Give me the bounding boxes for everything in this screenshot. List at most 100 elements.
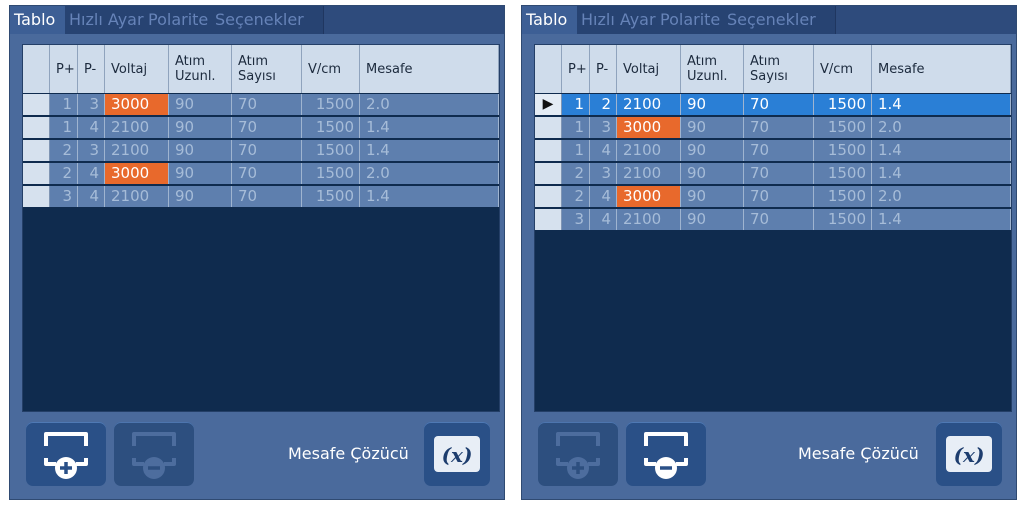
cell-pulse-length: 90 [681,94,744,115]
cell-pulse-length: 90 [681,117,744,138]
add-row-button[interactable] [538,422,618,486]
table-row[interactable]: 3 4 2100 90 70 1500 1.4 [23,186,499,209]
cell-voltage: 3000 [617,186,681,207]
header-distance: Mesafe [872,45,1011,93]
cell-voltage: 2100 [105,140,169,161]
add-row-icon [556,432,600,479]
cell-pulse-count: 70 [744,163,814,184]
row-select-cell [23,140,50,161]
table-row[interactable]: 1 4 2100 90 70 1500 1.4 [535,140,1011,163]
table-row[interactable]: 1 3 3000 90 70 1500 2.0 [535,117,1011,140]
cell-voltage: 2100 [105,117,169,138]
left-panel: Tablo Hızlı Ayar Polarite Seçenekler P+ … [9,5,505,500]
cell-pulse-length: 90 [169,117,232,138]
cell-pulse-count: 70 [232,163,302,184]
table-row[interactable]: 2 3 2100 90 70 1500 1.4 [23,140,499,163]
cell-pulse-length: 90 [169,163,232,184]
parameter-table: P+ P- Voltaj Atım Uzunl. Atım Sayısı V/c… [22,44,500,412]
cell-voltage: 3000 [105,94,169,115]
cell-p-plus: 1 [50,94,78,115]
cell-distance: 1.4 [872,94,1011,115]
cell-voltage: 2100 [617,163,681,184]
tab-hizli-ayar[interactable]: Hızlı Ayar [577,6,664,34]
cell-voltage: 3000 [105,163,169,184]
row-select-cell [23,186,50,207]
cell-pulse-count: 70 [744,209,814,230]
cell-p-minus: 3 [78,94,105,115]
cell-vcm: 1500 [302,94,360,115]
table-row[interactable]: 2 4 3000 90 70 1500 2.0 [23,163,499,186]
header-distance: Mesafe [360,45,499,93]
cell-distance: 1.4 [872,163,1011,184]
header-p-plus: P+ [50,45,78,93]
remove-row-button[interactable] [626,422,706,486]
row-select-cell [23,117,50,138]
tab-tablo[interactable]: Tablo [10,6,73,34]
row-select-cell [535,209,562,230]
header-pulse-length: Atım Uzunl. [681,45,744,93]
header-pulse-count: Atım Sayısı [232,45,302,93]
row-select-cell [23,163,50,184]
cell-pulse-count: 70 [232,117,302,138]
cell-distance: 2.0 [360,163,499,184]
tab-hizli-ayar[interactable]: Hızlı Ayar [65,6,152,34]
table-row[interactable]: 3 4 2100 90 70 1500 1.4 [535,209,1011,232]
header-pulse-length: Atım Uzunl. [169,45,232,93]
row-select-cell [535,186,562,207]
cell-vcm: 1500 [814,186,872,207]
cell-p-minus: 2 [590,94,617,115]
tab-polarite[interactable]: Polarite [656,6,731,34]
cell-vcm: 1500 [302,163,360,184]
cell-p-plus: 1 [562,94,590,115]
add-row-button[interactable] [26,422,106,486]
tab-polarite[interactable]: Polarite [144,6,219,34]
cell-p-plus: 3 [50,186,78,207]
table-row[interactable]: 1 3 3000 90 70 1500 2.0 [23,94,499,117]
cell-distance: 2.0 [872,186,1011,207]
distance-resolver-button[interactable]: (x) [936,422,1002,486]
row-select-cell [23,94,50,115]
header-p-minus: P- [590,45,617,93]
header-voltage: Voltaj [617,45,681,93]
cell-pulse-count: 70 [744,186,814,207]
cell-p-plus: 1 [562,140,590,161]
cell-p-minus: 4 [590,140,617,161]
cell-vcm: 1500 [814,94,872,115]
cell-voltage: 2100 [617,140,681,161]
cell-distance: 1.4 [360,117,499,138]
cell-pulse-count: 70 [744,94,814,115]
row-select-cell [535,163,562,184]
tab-secenekler[interactable]: Seçenekler [723,6,836,34]
cell-p-minus: 3 [590,163,617,184]
table-row[interactable]: 2 3 2100 90 70 1500 1.4 [535,163,1011,186]
cell-voltage: 3000 [617,117,681,138]
table-row[interactable]: 2 4 3000 90 70 1500 2.0 [535,186,1011,209]
cell-pulse-length: 90 [169,140,232,161]
tab-tablo[interactable]: Tablo [522,6,585,34]
row-select-cell [535,140,562,161]
cell-pulse-length: 90 [169,94,232,115]
cell-vcm: 1500 [814,140,872,161]
tab-bar: Tablo Hızlı Ayar Polarite Seçenekler [522,6,1016,34]
cell-distance: 1.4 [872,209,1011,230]
cell-vcm: 1500 [302,117,360,138]
distance-resolver-button[interactable]: (x) [424,422,490,486]
cell-pulse-count: 70 [744,117,814,138]
cell-pulse-count: 70 [232,186,302,207]
cell-vcm: 1500 [302,186,360,207]
remove-row-button[interactable] [114,422,194,486]
header-select [23,45,50,93]
cell-pulse-length: 90 [681,163,744,184]
cell-pulse-length: 90 [681,186,744,207]
cell-distance: 1.4 [360,186,499,207]
tab-secenekler[interactable]: Seçenekler [211,6,324,34]
cell-distance: 2.0 [360,94,499,115]
table-row[interactable]: ▶ 1 2 2100 90 70 1500 1.4 [535,94,1011,117]
cell-distance: 1.4 [872,140,1011,161]
cell-p-plus: 3 [562,209,590,230]
table-row[interactable]: 1 4 2100 90 70 1500 1.4 [23,117,499,140]
cell-pulse-length: 90 [681,140,744,161]
header-voltage: Voltaj [105,45,169,93]
header-p-plus: P+ [562,45,590,93]
cell-voltage: 2100 [617,209,681,230]
